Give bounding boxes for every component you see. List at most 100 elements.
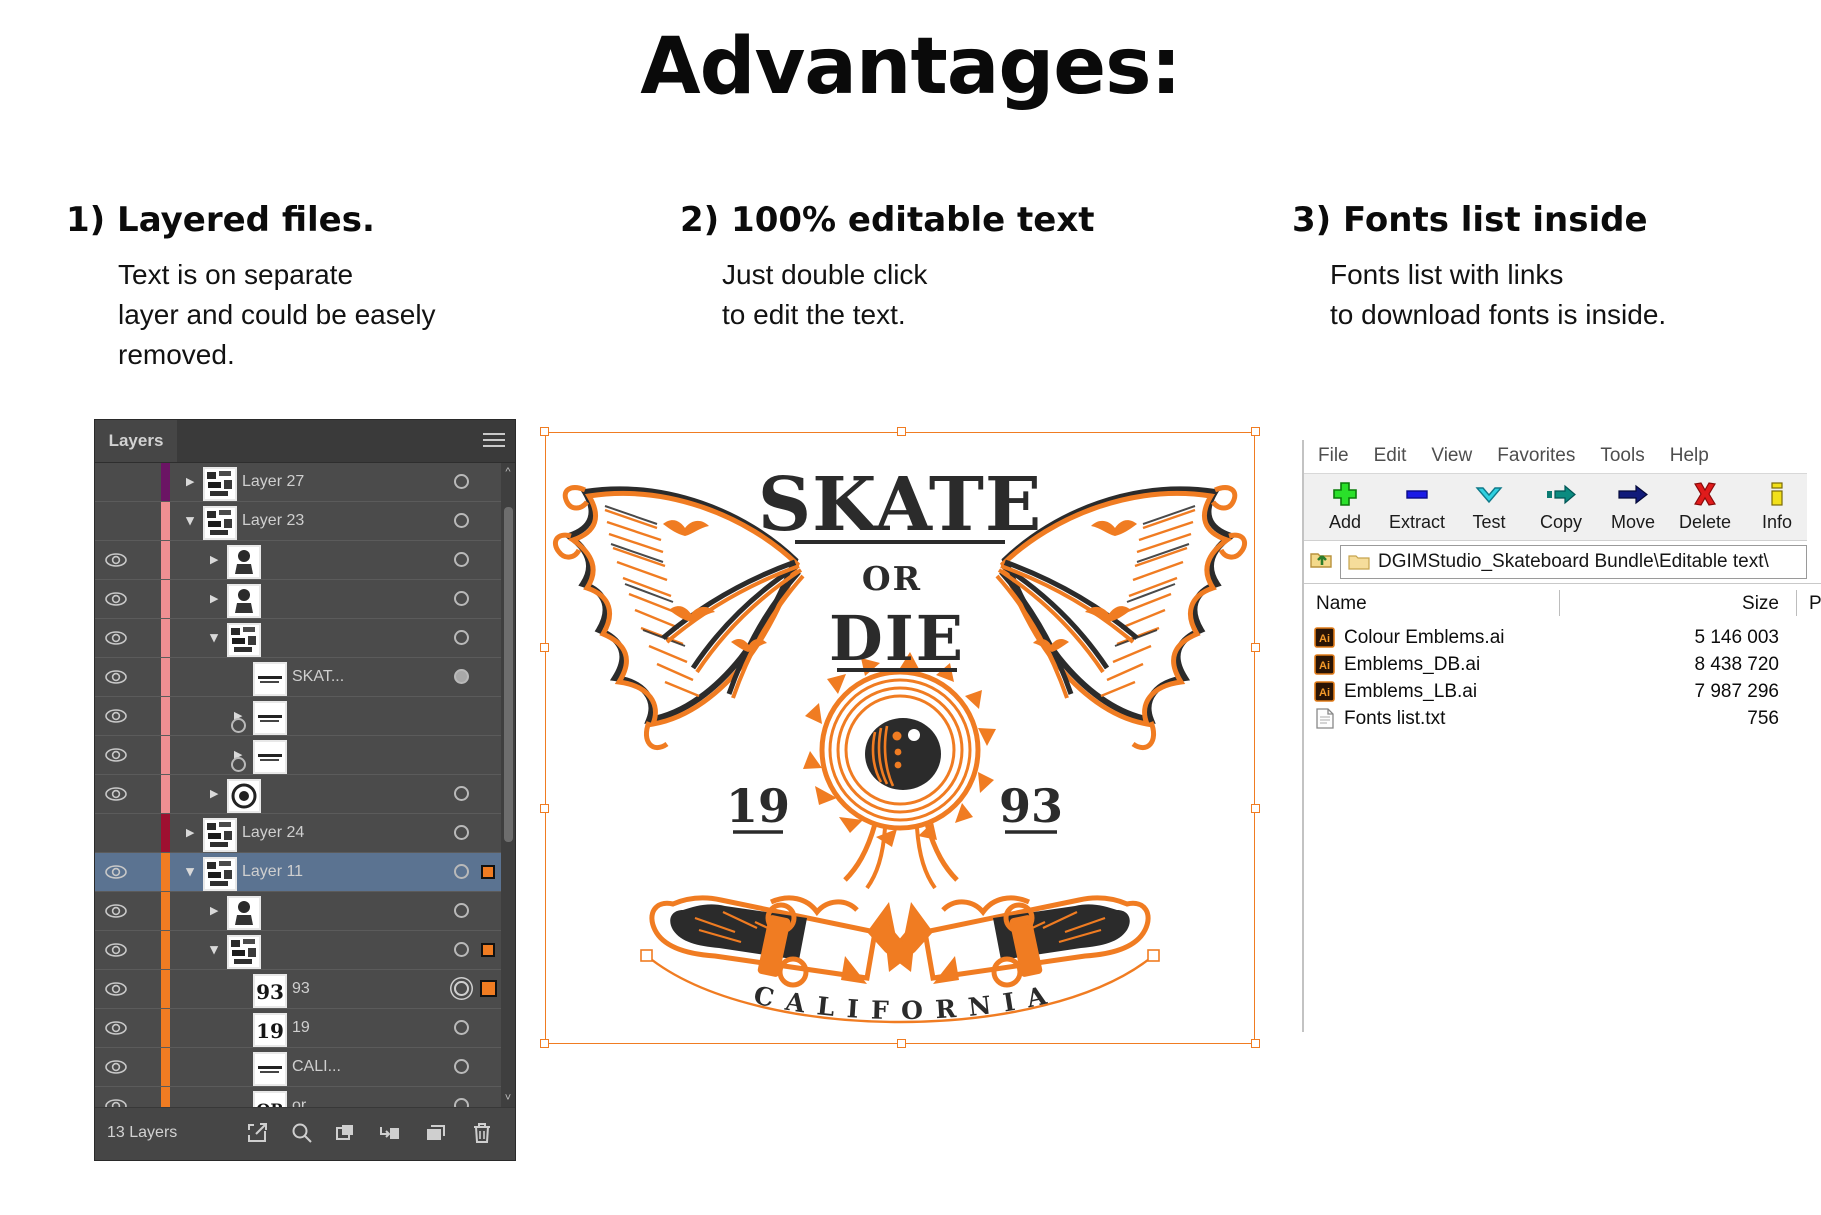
toolbar-button-copy[interactable]: Copy (1532, 474, 1590, 533)
layer-row[interactable]: ▸ Layer 27 (95, 463, 515, 502)
visibility-eye-icon[interactable] (105, 865, 127, 879)
layer-name-label[interactable]: 93 (292, 980, 310, 998)
file-row[interactable]: Fonts list.txt 756 (1304, 705, 1821, 732)
chevron-right-icon[interactable]: ▸ (207, 552, 221, 568)
layer-row[interactable]: ▾ (95, 931, 515, 970)
layer-thumbnail[interactable]: 19 (253, 1013, 287, 1047)
visibility-eye-icon[interactable] (105, 709, 127, 723)
layer-target-indicator[interactable] (454, 552, 469, 567)
release-to-layers-icon[interactable] (378, 1121, 402, 1145)
layer-thumbnail[interactable] (253, 701, 287, 735)
chevron-down-icon[interactable]: ▾ (207, 942, 221, 958)
chevron-down-icon[interactable]: ▾ (183, 513, 197, 529)
layer-thumbnail[interactable] (253, 740, 287, 774)
layer-row[interactable]: ▸ (95, 541, 515, 580)
layer-thumbnail[interactable] (227, 623, 261, 657)
layer-thumbnail[interactable] (227, 584, 261, 618)
column-divider[interactable] (1559, 590, 1560, 616)
layer-target-indicator[interactable] (454, 1059, 469, 1074)
layer-target-indicator[interactable] (454, 630, 469, 645)
visibility-eye-icon[interactable] (105, 1060, 127, 1074)
visibility-eye-icon[interactable] (105, 631, 127, 645)
chevron-down-icon[interactable]: ▾ (183, 864, 197, 880)
layer-row[interactable]: ▸ (95, 697, 515, 736)
layer-name-label[interactable]: CALI... (292, 1058, 341, 1076)
menu-item-favorites[interactable]: Favorites (1497, 445, 1575, 467)
toolbar-button-test[interactable]: Test (1460, 474, 1518, 533)
layer-name-label[interactable]: Layer 23 (242, 512, 304, 530)
layers-scrollbar[interactable]: ^ ˅ (501, 463, 515, 1107)
layer-name-label[interactable]: Layer 27 (242, 473, 304, 491)
visibility-eye-icon[interactable] (105, 943, 127, 957)
artboard-selection[interactable]: C A L I F O R N I A SKATE OR DIE 19 93 (540, 427, 1260, 1048)
delete-selection-icon[interactable] (470, 1121, 494, 1145)
layer-target-indicator[interactable] (454, 1098, 469, 1107)
visibility-eye-icon[interactable] (105, 592, 127, 606)
layer-thumbnail[interactable] (203, 857, 237, 891)
menu-item-tools[interactable]: Tools (1600, 445, 1644, 467)
layer-thumbnail[interactable] (227, 779, 261, 813)
layer-thumbnail[interactable] (253, 1052, 287, 1086)
layer-row[interactable]: 93 93 (95, 970, 515, 1009)
layer-thumbnail[interactable] (227, 896, 261, 930)
visibility-eye-icon[interactable] (105, 787, 127, 801)
layer-target-indicator[interactable] (454, 981, 469, 996)
layer-thumbnail[interactable] (253, 662, 287, 696)
layer-thumbnail[interactable] (227, 935, 261, 969)
menu-item-file[interactable]: File (1318, 445, 1349, 467)
layer-thumbnail[interactable]: 93 (253, 974, 287, 1008)
panel-menu-icon[interactable] (483, 433, 505, 449)
toolbar-button-delete[interactable]: Delete (1676, 474, 1734, 533)
layer-thumbnail[interactable] (203, 506, 237, 540)
make-clipping-mask-icon[interactable] (245, 1121, 269, 1145)
path-combobox[interactable]: DGIMStudio_Skateboard Bundle\Editable te… (1340, 545, 1807, 579)
visibility-eye-icon[interactable] (105, 553, 127, 567)
layer-row[interactable]: OR or (95, 1087, 515, 1107)
layer-thumbnail[interactable] (203, 818, 237, 852)
layer-target-indicator[interactable] (454, 1020, 469, 1035)
scroll-down-icon[interactable]: ˅ (501, 1091, 515, 1105)
layer-row[interactable]: ▾ Layer 11 (95, 853, 515, 892)
layer-row[interactable]: CALI... (95, 1048, 515, 1087)
visibility-eye-icon[interactable] (105, 748, 127, 762)
layer-target-indicator[interactable] (454, 864, 469, 879)
visibility-eye-icon[interactable] (105, 1099, 127, 1107)
tab-layers[interactable]: Layers (95, 420, 177, 462)
file-row[interactable]: Ai Colour Emblems.ai 5 146 003 (1304, 624, 1821, 651)
layer-target-indicator[interactable] (454, 825, 469, 840)
layer-row[interactable]: ▾ (95, 619, 515, 658)
layer-target-indicator[interactable] (454, 903, 469, 918)
layer-row[interactable]: ▸ (95, 736, 515, 775)
layers-list[interactable]: ▸ Layer 27 ▾ Layer 23 ▸ ▸ ▾ SKAT... ▸ ▸ ▸ ▸ Layer 24… (95, 463, 515, 1107)
layer-target-indicator[interactable] (454, 669, 469, 684)
layer-row[interactable]: ▸ (95, 892, 515, 931)
chevron-right-icon[interactable]: ▸ (207, 903, 221, 919)
column-divider[interactable] (1796, 590, 1797, 616)
file-row[interactable]: Ai Emblems_DB.ai 8 438 720 (1304, 651, 1821, 678)
layer-target-indicator[interactable] (231, 718, 246, 733)
visibility-eye-icon[interactable] (105, 982, 127, 996)
layer-row[interactable]: SKAT... (95, 658, 515, 697)
layer-target-indicator[interactable] (454, 786, 469, 801)
layer-target-indicator[interactable] (454, 942, 469, 957)
layer-target-indicator[interactable] (454, 591, 469, 606)
layer-row[interactable]: 19 19 (95, 1009, 515, 1048)
toolbar-button-add[interactable]: Add (1316, 474, 1374, 533)
menu-item-help[interactable]: Help (1670, 445, 1709, 467)
create-new-sublayer-icon[interactable] (333, 1121, 357, 1145)
menu-item-edit[interactable]: Edit (1374, 445, 1407, 467)
visibility-eye-icon[interactable] (105, 1021, 127, 1035)
file-row[interactable]: Ai Emblems_LB.ai 7 987 296 (1304, 678, 1821, 705)
chevron-right-icon[interactable]: ▸ (207, 786, 221, 802)
toolbar-button-info[interactable]: Info (1748, 474, 1806, 533)
layer-target-indicator[interactable] (454, 474, 469, 489)
up-one-level-icon[interactable] (1304, 548, 1340, 577)
column-header-size[interactable]: Size (1669, 593, 1779, 615)
scroll-up-icon[interactable]: ^ (501, 465, 515, 479)
layer-thumbnail[interactable]: OR (253, 1091, 287, 1107)
layer-row[interactable]: ▾ Layer 23 (95, 502, 515, 541)
layer-thumbnail[interactable] (227, 545, 261, 579)
file-list[interactable]: Name Size P Ai Colour Emblems.ai 5 146 003… (1304, 583, 1821, 1032)
layer-name-label[interactable]: or (292, 1097, 306, 1107)
layer-target-indicator[interactable] (231, 757, 246, 772)
